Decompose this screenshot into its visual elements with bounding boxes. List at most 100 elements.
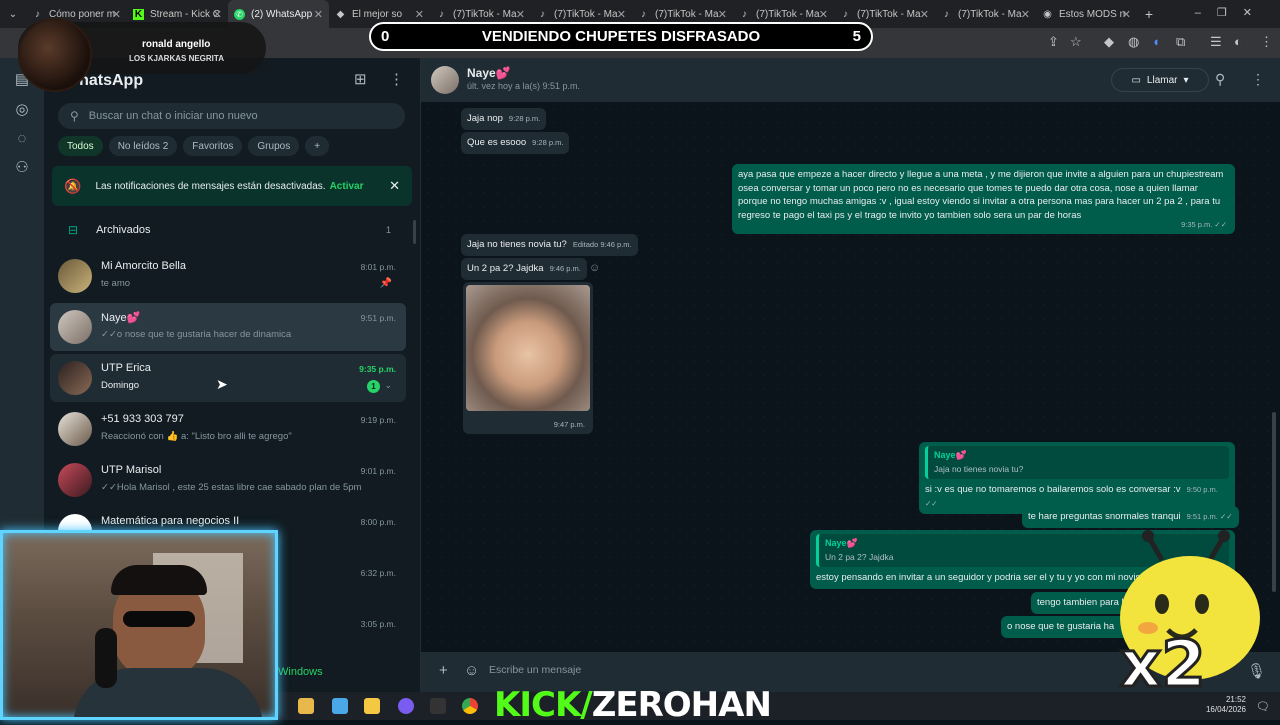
- bee-mascot-overlay: x2: [1090, 530, 1270, 715]
- chat-item[interactable]: +51 933 303 797 Reaccionó con 👍 a: "List…: [50, 405, 406, 453]
- conversation-header: Naye💕 últ. vez hoy a la(s) 9:51 p.m. ▭ L…: [421, 58, 1280, 102]
- close-icon[interactable]: ✕: [1021, 8, 1030, 21]
- extension-icon[interactable]: ◍: [1128, 34, 1139, 50]
- close-icon[interactable]: ✕: [819, 8, 828, 21]
- avatar: [58, 259, 92, 293]
- webcam-overlay: [0, 530, 278, 720]
- reading-list-icon[interactable]: ☰: [1210, 34, 1222, 50]
- search-input[interactable]: ⚲ Buscar un chat o iniciar uno nuevo: [58, 103, 405, 129]
- search-icon: ⚲: [70, 109, 79, 123]
- new-tab-icon[interactable]: +: [1137, 6, 1161, 22]
- avatar: [58, 412, 92, 446]
- menu-icon[interactable]: ⋮: [389, 70, 404, 88]
- chevron-down-icon: ▾: [1183, 74, 1189, 86]
- avatar: [58, 310, 92, 344]
- close-icon[interactable]: ✕: [389, 178, 400, 194]
- browser-tab[interactable]: ♪ (7)TikTok - Ma ✕: [935, 0, 1036, 28]
- activate-link[interactable]: Activar: [330, 181, 364, 192]
- video-icon: ▭: [1131, 74, 1141, 86]
- tiktok-icon: ♪: [540, 8, 545, 20]
- incoming-message: Que es esooo 9:28 p.m.: [461, 132, 570, 154]
- profile-icon[interactable]: ◐: [1234, 34, 1242, 49]
- message-input[interactable]: Escribe un mensaje: [489, 664, 581, 676]
- install-icon[interactable]: ⇪: [1048, 34, 1059, 50]
- diamond-icon: ◆: [336, 8, 345, 20]
- window-controls[interactable]: –❐✕: [1195, 6, 1268, 19]
- close-icon[interactable]: ✕: [516, 8, 525, 21]
- extensions-puzzle-icon[interactable]: ⧉: [1176, 34, 1185, 50]
- tiktok-icon: ♪: [944, 8, 949, 20]
- incoming-message: Jaja no tienes novia tu? Editado 9:46 p.m…: [461, 234, 638, 256]
- taskbar-app-icon[interactable]: [298, 698, 314, 714]
- communities-icon[interactable]: ⚇: [12, 158, 32, 178]
- status-icon[interactable]: ◎: [12, 100, 32, 120]
- menu-icon[interactable]: ⋮: [1251, 71, 1265, 88]
- chrome-icon[interactable]: [462, 698, 478, 714]
- tiktok-icon: ♪: [742, 8, 747, 20]
- extension-icon[interactable]: ◖: [1152, 34, 1160, 49]
- sunglasses: [123, 611, 195, 627]
- pin-icon: 📌: [379, 278, 392, 289]
- contact-name[interactable]: Naye💕: [467, 66, 511, 80]
- avatar: [58, 361, 92, 395]
- browser-tab[interactable]: ◉ Estos MODS n ✕: [1036, 0, 1137, 28]
- archive-icon: ⊟: [68, 223, 79, 237]
- microphone: [95, 628, 117, 688]
- incoming-message: Jaja nop 9:28 p.m.: [461, 108, 547, 130]
- taskbar-app-icon[interactable]: [430, 698, 446, 714]
- folder-icon[interactable]: [364, 698, 380, 714]
- tiktok-icon: ♪: [843, 8, 848, 20]
- kick-channel-banner: KICK/ZEROHAN: [494, 685, 772, 725]
- tiktok-icon: ♪: [439, 8, 444, 20]
- new-chat-icon[interactable]: ⊞: [354, 70, 367, 88]
- chevron-down-icon[interactable]: ⌄: [384, 380, 392, 391]
- quoted-message[interactable]: Naye💕 Jaja no tienes novia tu?: [925, 446, 1229, 479]
- close-icon[interactable]: ✕: [718, 8, 727, 21]
- mouse-cursor-icon: ➤: [216, 376, 228, 392]
- bell-off-icon: 🔕: [64, 177, 82, 194]
- tab-search-icon[interactable]: ⌄: [0, 9, 26, 20]
- image-message[interactable]: 9:47 p.m.: [463, 282, 593, 434]
- chat-item[interactable]: Naye💕 ✓✓o nose que te gustaria hacer de …: [50, 303, 406, 351]
- close-icon[interactable]: ✕: [617, 8, 626, 21]
- close-icon[interactable]: ✕: [1122, 8, 1131, 21]
- avatar[interactable]: [431, 66, 459, 94]
- outgoing-message: aya pasa que empeze a hacer directo y ll…: [732, 164, 1235, 234]
- add-filter-button[interactable]: +: [305, 136, 330, 156]
- taskbar-app-icon[interactable]: [332, 698, 348, 714]
- stream-goal-overlay: 0 VENDIENDO CHUPETES DISFRASADO 5: [369, 22, 873, 51]
- close-icon[interactable]: ✕: [213, 8, 222, 21]
- archived-row[interactable]: ⊟ Archivados 1: [44, 216, 421, 244]
- tiktok-icon: ♪: [35, 8, 40, 20]
- bookmark-star-icon[interactable]: ☆: [1070, 34, 1082, 50]
- web-icon: ◉: [1043, 8, 1052, 20]
- whatsapp-icon: ✆: [234, 8, 245, 20]
- emoji-icon[interactable]: ☺: [464, 662, 479, 679]
- scrollbar[interactable]: [1272, 412, 1276, 592]
- outgoing-message: Naye💕 Jaja no tienes novia tu? si :v es …: [919, 442, 1235, 514]
- chip-unread[interactable]: No leídos 2: [108, 136, 178, 156]
- chat-item[interactable]: UTP Marisol ✓✓Hola Marisol , este 25 est…: [50, 456, 406, 504]
- avatar: [58, 463, 92, 497]
- scrollbar[interactable]: [413, 220, 416, 244]
- chat-item[interactable]: Mi Amorcito Bella te amo 8:01 p.m. 📌: [50, 252, 406, 300]
- discord-icon[interactable]: [398, 698, 414, 714]
- close-icon[interactable]: ✕: [415, 8, 424, 21]
- search-icon[interactable]: ⚲: [1215, 71, 1225, 88]
- channels-icon[interactable]: ◌: [12, 130, 32, 150]
- photo-thumbnail[interactable]: [466, 285, 590, 411]
- chat-item[interactable]: UTP Erica Domingo 9:35 p.m. 1 ⌄ ➤: [50, 354, 406, 402]
- emoji-reaction-icon[interactable]: ☺: [589, 262, 600, 274]
- close-icon[interactable]: ✕: [920, 8, 929, 21]
- extension-icon[interactable]: ◆: [1104, 34, 1114, 50]
- chip-all[interactable]: Todos: [58, 136, 103, 156]
- call-button[interactable]: ▭ Llamar ▾: [1111, 68, 1209, 92]
- chip-groups[interactable]: Grupos: [248, 136, 300, 156]
- chip-favorites[interactable]: Favoritos: [183, 136, 243, 156]
- attach-plus-icon[interactable]: +: [439, 662, 448, 679]
- last-seen: últ. vez hoy a la(s) 9:51 p.m.: [467, 81, 581, 91]
- close-icon[interactable]: ✕: [314, 8, 323, 21]
- close-icon[interactable]: ✕: [112, 8, 121, 21]
- kebab-menu-icon[interactable]: ⋮: [1260, 34, 1273, 50]
- incoming-message: Un 2 pa 2? Jajdka 9:46 p.m.: [461, 258, 587, 280]
